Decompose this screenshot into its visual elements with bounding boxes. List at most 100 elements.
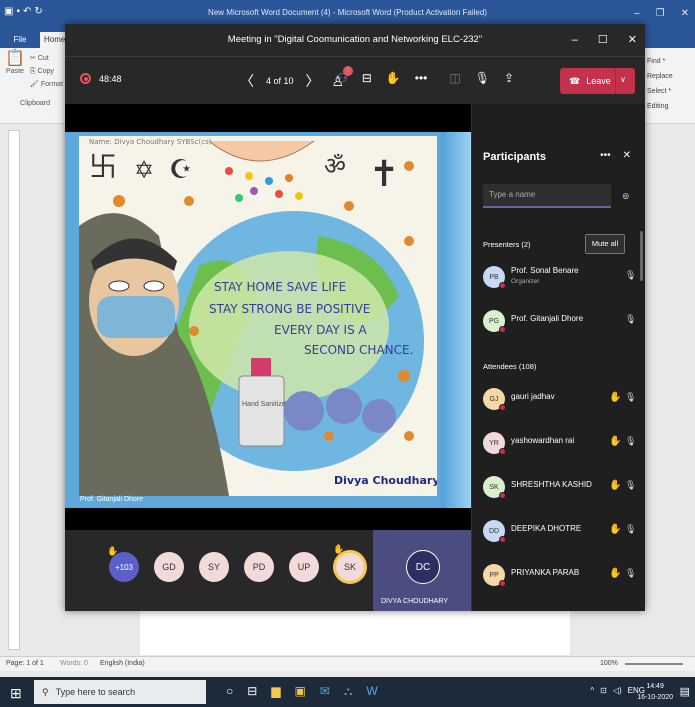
next-slide-icon[interactable]: 〉 — [306, 71, 320, 91]
mic-off-icon: 🎙 — [625, 392, 637, 402]
participant-name: Prof. Gitanjali Dhore — [511, 314, 584, 323]
participant-name: yashowardhan rai — [511, 436, 575, 445]
participant-row[interactable]: DD DEEPIKA DHOTRE ✋ 🎙 — [483, 518, 638, 546]
video-tile[interactable]: DC DIVYA CHOUDHARY — [373, 530, 471, 611]
clipboard-label: Clipboard — [20, 100, 50, 107]
participant-name: gauri jadhav — [511, 392, 555, 401]
network-icon[interactable]: ⊡ — [600, 686, 607, 695]
previous-slide-icon[interactable]: 〈 — [240, 71, 254, 91]
participant-avatar-gd[interactable]: GD — [154, 552, 184, 582]
video-tile-avatar: DC — [406, 550, 440, 584]
participant-avatar: GJ — [483, 388, 506, 411]
participant-avatar: PG — [483, 310, 506, 333]
participant-avatar-sk-speaking[interactable]: SK — [333, 550, 367, 584]
slide-navigation: 〈 4 of 10 〉 ♙ — [240, 71, 344, 91]
windows-start-icon[interactable]: ⊞ — [10, 685, 22, 702]
participants-button[interactable]: ⚇ 5 — [337, 66, 353, 85]
camera-off-icon[interactable]: ◫ — [449, 71, 460, 85]
presenters-section-label[interactable]: Presenters (2) — [483, 240, 531, 249]
participant-avatar-sy[interactable]: SY — [199, 552, 229, 582]
meeting-tools: ⚇ 5 ⊟ ✋ ••• ◫ 🎙 ⇪ — [337, 66, 514, 85]
drawing-text-line-1: STAY HOME SAVE LIFE — [214, 280, 346, 294]
editing-group: Find * Replace Select * Editing — [647, 54, 687, 114]
panel-more-icon[interactable]: ••• — [600, 150, 611, 161]
raised-hand-icon: ✋ — [609, 392, 622, 403]
shared-content-stage: Name: Divya Choudhary SYBSc(cs) 卐 ✡ ☪ ॐ … — [65, 104, 471, 530]
participant-row[interactable]: PP PRIYANKA PARAB ✋ 🎙 — [483, 562, 638, 590]
mic-off-icon[interactable]: 🎙 — [475, 71, 490, 85]
word-window-controls[interactable]: – ❐ ✕ — [634, 8, 689, 19]
participant-avatar-pd[interactable]: PD — [244, 552, 274, 582]
taskbar-search[interactable]: ⚲ Type here to search — [34, 680, 206, 704]
chat-icon[interactable]: ⊟ — [362, 71, 372, 85]
page-count[interactable]: Page: 1 of 1 — [6, 660, 44, 667]
teams-icon[interactable]: ⛬ — [344, 684, 352, 699]
phone-icon: ☎ — [569, 75, 581, 86]
participant-name: SHRESHTHA KASHID — [511, 480, 592, 489]
zoom-level[interactable]: 100% — [600, 660, 618, 667]
leave-button[interactable]: ☎ Leave ∨ — [560, 68, 635, 94]
volume-icon[interactable]: ◁) — [613, 686, 622, 695]
copy-button[interactable]: ⎘ Copy — [30, 65, 63, 78]
select-button[interactable]: Select * — [647, 84, 687, 99]
participant-avatar-up[interactable]: UP — [289, 552, 319, 582]
meeting-toolbar: 48:48 〈 4 of 10 〉 ♙ ⚇ 5 ⊟ ✋ ••• ◫ 🎙 ⇪ ☎ Le… — [65, 56, 645, 104]
attendees-section-label[interactable]: Attendees (108) — [483, 362, 536, 371]
restore-icon[interactable]: ❐ — [656, 8, 665, 19]
store-icon[interactable]: ▣ — [295, 684, 306, 699]
participant-row[interactable]: GJ gauri jadhav ✋ 🎙 — [483, 386, 638, 414]
minimize-icon[interactable]: – — [634, 8, 640, 19]
mail-icon[interactable]: ✉ — [320, 684, 330, 699]
participant-row[interactable]: YR yashowardhan rai ✋ 🎙 — [483, 430, 638, 458]
word-count[interactable]: Words: 0 — [60, 660, 88, 667]
participant-row[interactable]: SK SHRESHTHA KASHID ✋ 🎙 — [483, 474, 638, 502]
minimize-icon[interactable]: – — [572, 24, 578, 56]
recording-indicator: 48:48 — [80, 73, 122, 84]
mute-all-button[interactable]: Mute all — [585, 234, 625, 254]
more-participants-avatar[interactable]: +103 — [109, 552, 139, 582]
bottle-label: Hand Sanitizer — [242, 401, 289, 408]
maximize-icon[interactable]: ☐ — [598, 24, 608, 56]
chevron-down-icon[interactable]: ∨ — [620, 75, 626, 84]
taskbar-search-placeholder: Type here to search — [55, 687, 136, 697]
format-painter-button[interactable]: 🖌 Format — [30, 78, 63, 91]
close-icon[interactable]: ✕ — [681, 8, 689, 19]
panel-scrollbar[interactable] — [640, 231, 643, 281]
close-icon[interactable]: ✕ — [628, 24, 637, 56]
drawing-signature: Divya Choudhary — [334, 474, 437, 487]
word-status-bar: Page: 1 of 1 Words: 0 English (India) 10… — [0, 656, 695, 671]
language-indicator[interactable]: English (India) — [100, 660, 145, 667]
participant-strip: ✋ +103 GD SY PD UP ✋ SK DC DIVYA CHOUDHA… — [65, 530, 471, 611]
paste-button[interactable]: 📋 Paste — [4, 51, 26, 91]
zoom-slider[interactable] — [625, 663, 683, 665]
vertical-ruler — [8, 130, 20, 650]
recording-icon — [80, 73, 91, 84]
taskbar-clock[interactable]: 14:49 16-10-2020 — [637, 681, 673, 703]
word-taskbar-icon[interactable]: W — [366, 684, 377, 699]
participant-row[interactable]: PG Prof. Gitanjali Dhore 🎙 — [483, 308, 638, 336]
raise-hand-icon[interactable]: ✋ — [386, 71, 401, 85]
tray-chevron-icon[interactable]: ^ — [590, 686, 594, 695]
find-button[interactable]: Find * — [647, 54, 687, 69]
cut-button[interactable]: ✂ Cut — [30, 52, 63, 65]
participant-row[interactable]: PB Prof. Sonal Benare Organizer 🎙 — [483, 264, 638, 292]
notification-icon[interactable]: ▤ — [680, 685, 690, 698]
participant-name: DEEPIKA DHOTRE — [511, 524, 582, 533]
more-options-icon[interactable]: ••• — [415, 71, 428, 85]
participant-avatar: PP — [483, 564, 506, 587]
share-invite-icon[interactable]: ⊚ — [622, 191, 630, 202]
teams-window-controls[interactable]: – ☐ ✕ — [572, 24, 637, 56]
participant-avatar: YR — [483, 432, 506, 455]
file-tab[interactable]: File — [4, 32, 36, 48]
search-icon: ⚲ — [42, 686, 49, 697]
editing-label: Editing — [647, 103, 669, 110]
task-view-icon[interactable]: ⊟ — [247, 684, 257, 699]
panel-close-icon[interactable]: ✕ — [623, 150, 631, 161]
participants-panel: Participants ••• ✕ Type a name ⊚ Presente… — [471, 104, 645, 611]
file-explorer-icon[interactable]: ▆ — [271, 684, 280, 699]
participant-search-input[interactable]: Type a name — [483, 184, 611, 208]
replace-button[interactable]: Replace — [647, 69, 687, 84]
share-tray-icon[interactable]: ⇪ — [504, 71, 514, 85]
cortana-icon[interactable]: ○ — [226, 684, 233, 699]
mic-off-icon: 🎙 — [625, 270, 637, 280]
